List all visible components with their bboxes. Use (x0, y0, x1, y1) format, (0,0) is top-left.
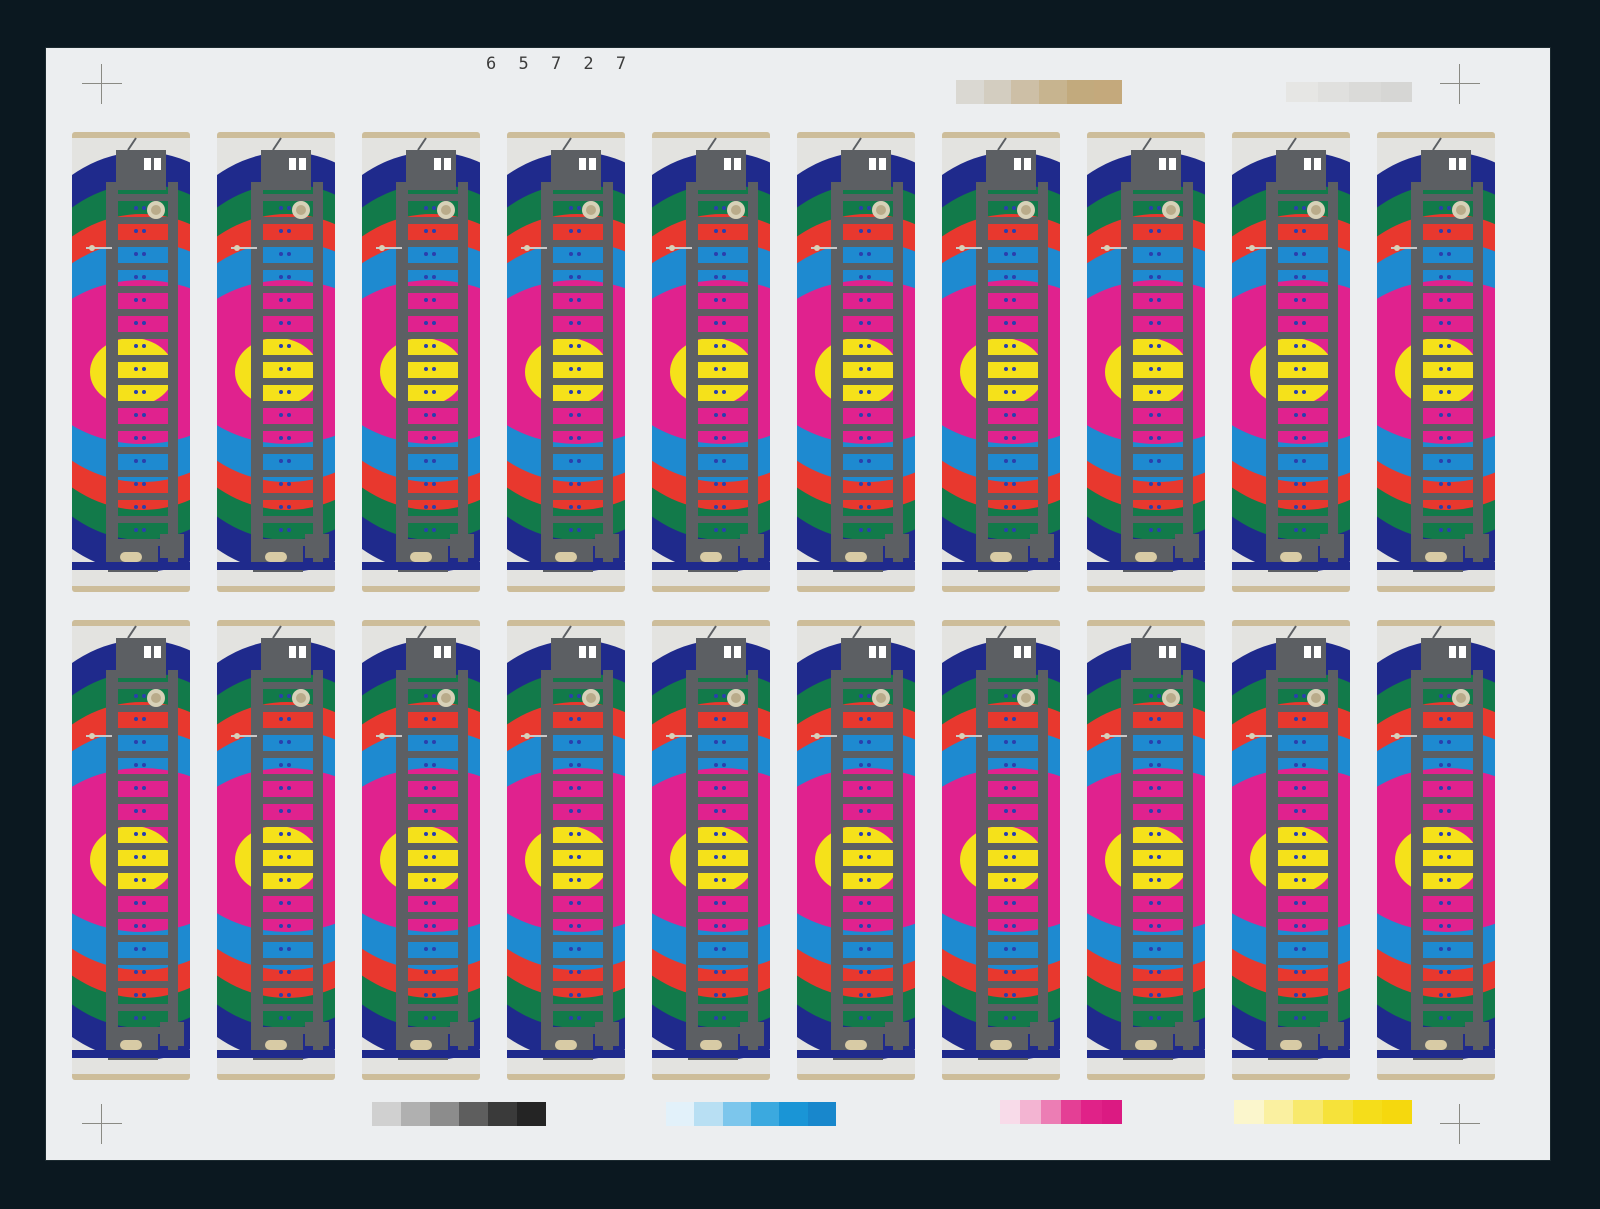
color-patch (983, 80, 1012, 104)
stamp-panel (1377, 620, 1495, 1080)
panel-artwork (362, 620, 480, 1080)
color-patch (750, 1102, 780, 1126)
stamp-panel (797, 620, 915, 1080)
panel-artwork (1232, 620, 1350, 1080)
panel-artwork (652, 620, 770, 1080)
panel-artwork (1232, 132, 1350, 592)
panel-artwork (652, 132, 770, 592)
stamp-panel (1377, 132, 1495, 592)
color-bar-yellow (1234, 1100, 1413, 1124)
color-patch (1011, 80, 1040, 104)
stamp-panel (507, 620, 625, 1080)
stamp-panel (652, 620, 770, 1080)
stamp-panel (1232, 620, 1350, 1080)
stamp-panel (362, 132, 480, 592)
color-patch (1060, 1100, 1082, 1124)
panel-artwork (1087, 620, 1205, 1080)
color-patch (1081, 1100, 1102, 1124)
stamp-panel (217, 620, 335, 1080)
panel-artwork (507, 132, 625, 592)
color-patch (1039, 80, 1067, 104)
color-patch (1380, 82, 1412, 102)
color-patch (1234, 1100, 1264, 1124)
color-patch (1020, 1100, 1041, 1124)
panel-artwork (942, 620, 1060, 1080)
stamp-panel (72, 620, 190, 1080)
color-patch (694, 1102, 723, 1126)
serial-number: 6 5 7 2 7 (486, 54, 633, 74)
color-patch (722, 1102, 751, 1126)
color-bar-grey (1286, 82, 1412, 102)
color-patch (372, 1102, 401, 1126)
color-patch (1040, 1100, 1061, 1124)
color-patch (1317, 82, 1349, 102)
color-patch (401, 1102, 430, 1126)
color-patch (517, 1102, 546, 1126)
panel-artwork (217, 132, 335, 592)
color-patch (1101, 1100, 1122, 1124)
panel-artwork (942, 132, 1060, 592)
color-bar-tan (956, 80, 1123, 104)
stamp-panel (652, 132, 770, 592)
crop-mark-top-left (82, 64, 122, 104)
color-patch (1000, 1100, 1021, 1124)
color-bar-cyan (666, 1102, 836, 1126)
panel-artwork (507, 620, 625, 1080)
color-patch (459, 1102, 488, 1126)
stamp-panel (362, 620, 480, 1080)
color-patch (1263, 1100, 1294, 1124)
stamp-panel (507, 132, 625, 592)
color-patch (430, 1102, 459, 1126)
crop-mark-top-right (1440, 64, 1480, 104)
color-patch (666, 1102, 695, 1126)
panel-artwork (1377, 620, 1495, 1080)
color-patch (779, 1102, 808, 1126)
stamp-panel (942, 132, 1060, 592)
panel-artwork (72, 132, 190, 592)
color-patch (1352, 1100, 1383, 1124)
color-patch (956, 80, 984, 104)
color-patch (488, 1102, 517, 1126)
frame: 6 5 7 2 7 (0, 0, 1600, 1209)
color-patch (807, 1102, 836, 1126)
crop-mark-bottom-right (1440, 1104, 1480, 1144)
color-patch (1286, 82, 1318, 102)
stamp-panel (217, 132, 335, 592)
stamp-panel (942, 620, 1060, 1080)
stamp-panel (72, 132, 190, 592)
color-patch (1066, 80, 1095, 104)
color-bar-black (372, 1102, 546, 1126)
stamp-panel (1087, 620, 1205, 1080)
press-sheet: 6 5 7 2 7 (46, 48, 1550, 1160)
panel-artwork (797, 132, 915, 592)
panel-artwork (217, 620, 335, 1080)
stamp-panel (1232, 132, 1350, 592)
panel-artwork (1087, 132, 1205, 592)
color-patch (1323, 1100, 1353, 1124)
panel-artwork (1377, 132, 1495, 592)
stamp-panel (797, 132, 915, 592)
stamp-panel (1087, 132, 1205, 592)
panel-artwork (362, 132, 480, 592)
color-patch (1094, 80, 1123, 104)
panel-artwork (797, 620, 915, 1080)
color-patch (1382, 1100, 1413, 1124)
panel-artwork (72, 620, 190, 1080)
color-bar-magenta (1000, 1100, 1122, 1124)
color-patch (1293, 1100, 1324, 1124)
crop-mark-bottom-left (82, 1104, 122, 1144)
color-patch (1349, 82, 1381, 102)
